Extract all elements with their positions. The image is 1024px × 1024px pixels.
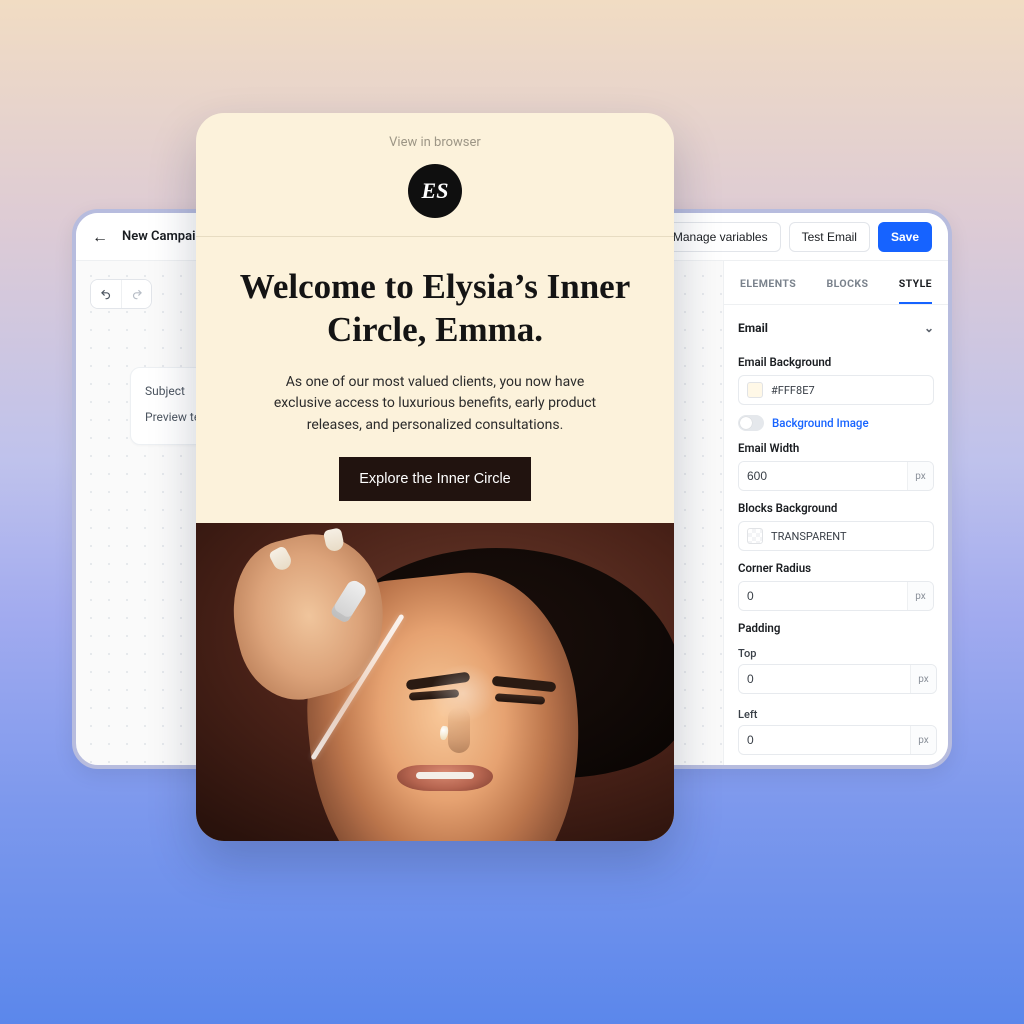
tab-blocks[interactable]: BLOCKS — [827, 261, 869, 304]
manage-variables-button[interactable]: Manage variables — [660, 222, 781, 252]
padding-left-input[interactable]: px — [738, 725, 937, 755]
back-arrow-icon[interactable]: ← — [92, 229, 108, 245]
brand-logo-icon: ES — [408, 164, 462, 218]
nose-shape — [448, 707, 470, 753]
undo-icon — [99, 287, 113, 301]
section-email-title: Email — [738, 321, 768, 335]
label-email-width: Email Width — [738, 441, 934, 455]
unit-px: px — [907, 582, 933, 610]
view-in-browser-link[interactable]: View in browser — [196, 113, 674, 164]
hero-title: Welcome to Elysia’s Inner Circle, Emma. — [196, 265, 674, 366]
teeth-shape — [416, 772, 474, 779]
test-email-button[interactable]: Test Email — [789, 222, 870, 252]
label-padding-top: Top — [738, 647, 937, 660]
label-corner-radius: Corner Radius — [738, 561, 934, 575]
corner-radius-field[interactable] — [739, 582, 907, 610]
chevron-down-icon: ⌄ — [924, 321, 934, 335]
redo-icon — [130, 287, 144, 301]
hero-subtitle: As one of our most valued clients, you n… — [196, 366, 674, 457]
section-email[interactable]: Email ⌄ — [738, 315, 934, 345]
email-width-input[interactable]: px — [738, 461, 934, 491]
background-image-toggle[interactable] — [738, 415, 764, 431]
corner-radius-input[interactable]: px — [738, 581, 934, 611]
label-padding-left: Left — [738, 708, 937, 721]
history-controls — [90, 279, 152, 309]
transparent-swatch-icon — [747, 528, 763, 544]
cta-button[interactable]: Explore the Inner Circle — [339, 457, 531, 501]
padding-top-field[interactable] — [739, 665, 910, 693]
padding-top-input[interactable]: px — [738, 664, 937, 694]
color-swatch-icon — [747, 382, 763, 398]
blocks-background-input[interactable]: TRANSPARENT — [738, 521, 934, 551]
label-blocks-background: Blocks Background — [738, 501, 934, 515]
blocks-background-value: TRANSPARENT — [771, 530, 847, 543]
email-preview: View in browser ES Welcome to Elysia’s I… — [196, 113, 674, 841]
email-background-input[interactable]: #FFF8E7 — [738, 375, 934, 405]
divider — [196, 236, 674, 237]
save-button[interactable]: Save — [878, 222, 932, 252]
email-background-value: #FFF8E7 — [771, 384, 815, 397]
redo-button[interactable] — [121, 280, 151, 308]
undo-button[interactable] — [91, 280, 121, 308]
label-padding: Padding — [738, 621, 934, 635]
label-email-background: Email Background — [738, 355, 934, 369]
tab-style[interactable]: STYLE — [899, 261, 932, 304]
padding-left-field[interactable] — [739, 726, 910, 754]
email-width-field[interactable] — [739, 462, 907, 490]
unit-px: px — [910, 665, 936, 693]
panel-tabs: ELEMENTS BLOCKS STYLE — [724, 261, 948, 305]
hero-image — [196, 523, 674, 841]
background-image-label: Background Image — [772, 416, 869, 430]
unit-px: px — [910, 726, 936, 754]
unit-px: px — [907, 462, 933, 490]
style-panel: ELEMENTS BLOCKS STYLE Email ⌄ Email Back… — [723, 261, 948, 765]
tab-elements[interactable]: ELEMENTS — [740, 261, 796, 304]
